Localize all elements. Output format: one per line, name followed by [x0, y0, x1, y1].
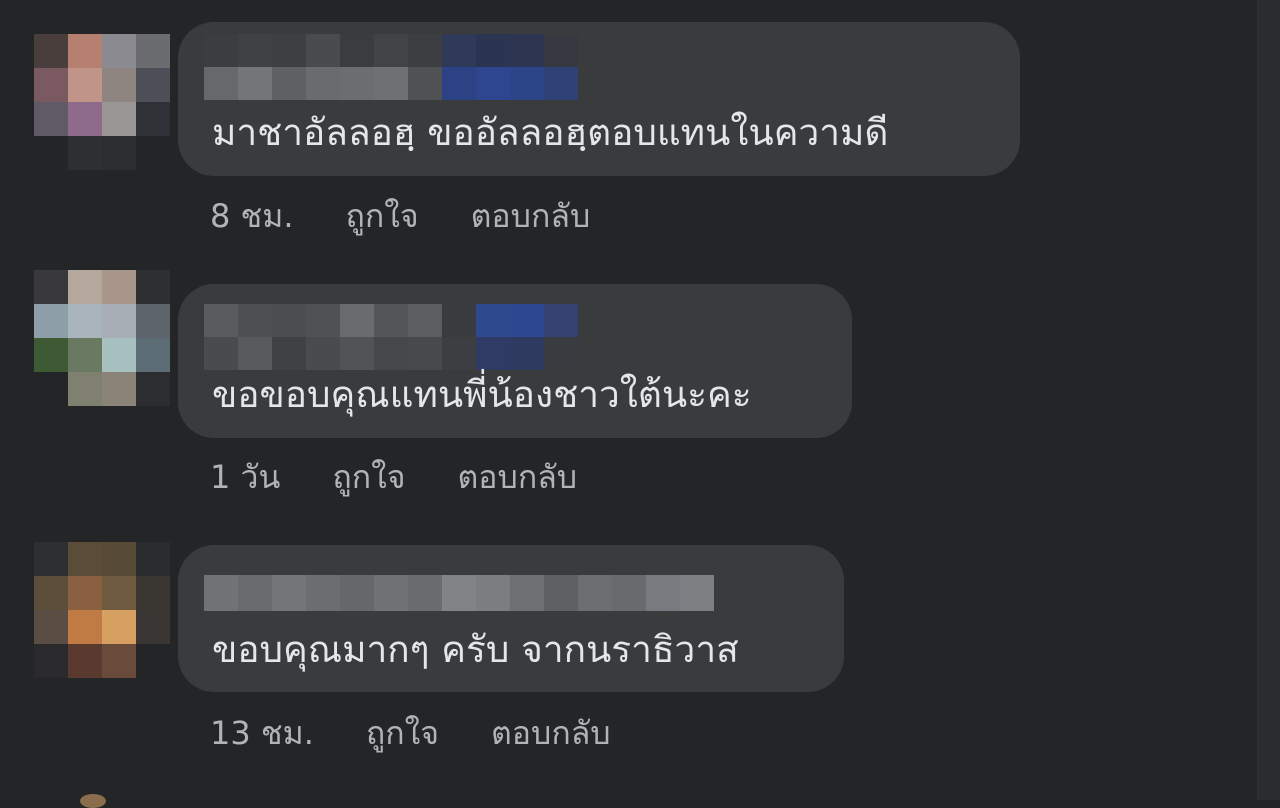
scrollbar-track[interactable]: [1257, 0, 1280, 800]
comment-timestamp[interactable]: 13 ชม.: [210, 713, 314, 753]
comment-text: มาชาอัลลอฮฺ ขออัลลอฮฺตอบแทนในความดี: [212, 111, 889, 154]
comment-text: ขอขอบคุณแทนพี่น้องชาวใต้นะคะ: [212, 373, 752, 416]
comment-bubble: ขอขอบคุณแทนพี่น้องชาวใต้นะคะ: [178, 284, 852, 438]
comment-timestamp[interactable]: 1 วัน: [210, 457, 280, 497]
reply-button[interactable]: ตอบกลับ: [491, 713, 611, 753]
avatar[interactable]: [34, 270, 170, 406]
reply-button[interactable]: ตอบกลับ: [458, 457, 578, 497]
comment-actions: 8 ชม. ถูกใจ ตอบกลับ: [210, 196, 590, 236]
comment-actions: 13 ชม. ถูกใจ ตอบกลับ: [210, 713, 611, 753]
comment-text: ขอบคุณมากๆ ครับ จากนราธิวาส: [212, 628, 739, 671]
next-comment-avatar: [80, 794, 106, 808]
avatar[interactable]: [34, 542, 170, 678]
reply-button[interactable]: ตอบกลับ: [471, 196, 591, 236]
comment-bubble: ขอบคุณมากๆ ครับ จากนราธิวาส: [178, 545, 844, 692]
commenter-name-blurred[interactable]: [204, 304, 578, 370]
commenter-name-blurred[interactable]: [204, 575, 714, 611]
comment-timestamp[interactable]: 8 ชม.: [210, 196, 294, 236]
comment-actions: 1 วัน ถูกใจ ตอบกลับ: [210, 457, 577, 497]
like-button[interactable]: ถูกใจ: [366, 713, 439, 753]
commenter-name-blurred[interactable]: [204, 34, 578, 100]
like-button[interactable]: ถูกใจ: [332, 457, 405, 497]
avatar[interactable]: [34, 34, 170, 170]
like-button[interactable]: ถูกใจ: [346, 196, 419, 236]
comment-bubble: มาชาอัลลอฮฺ ขออัลลอฮฺตอบแทนในความดี: [178, 22, 1020, 176]
